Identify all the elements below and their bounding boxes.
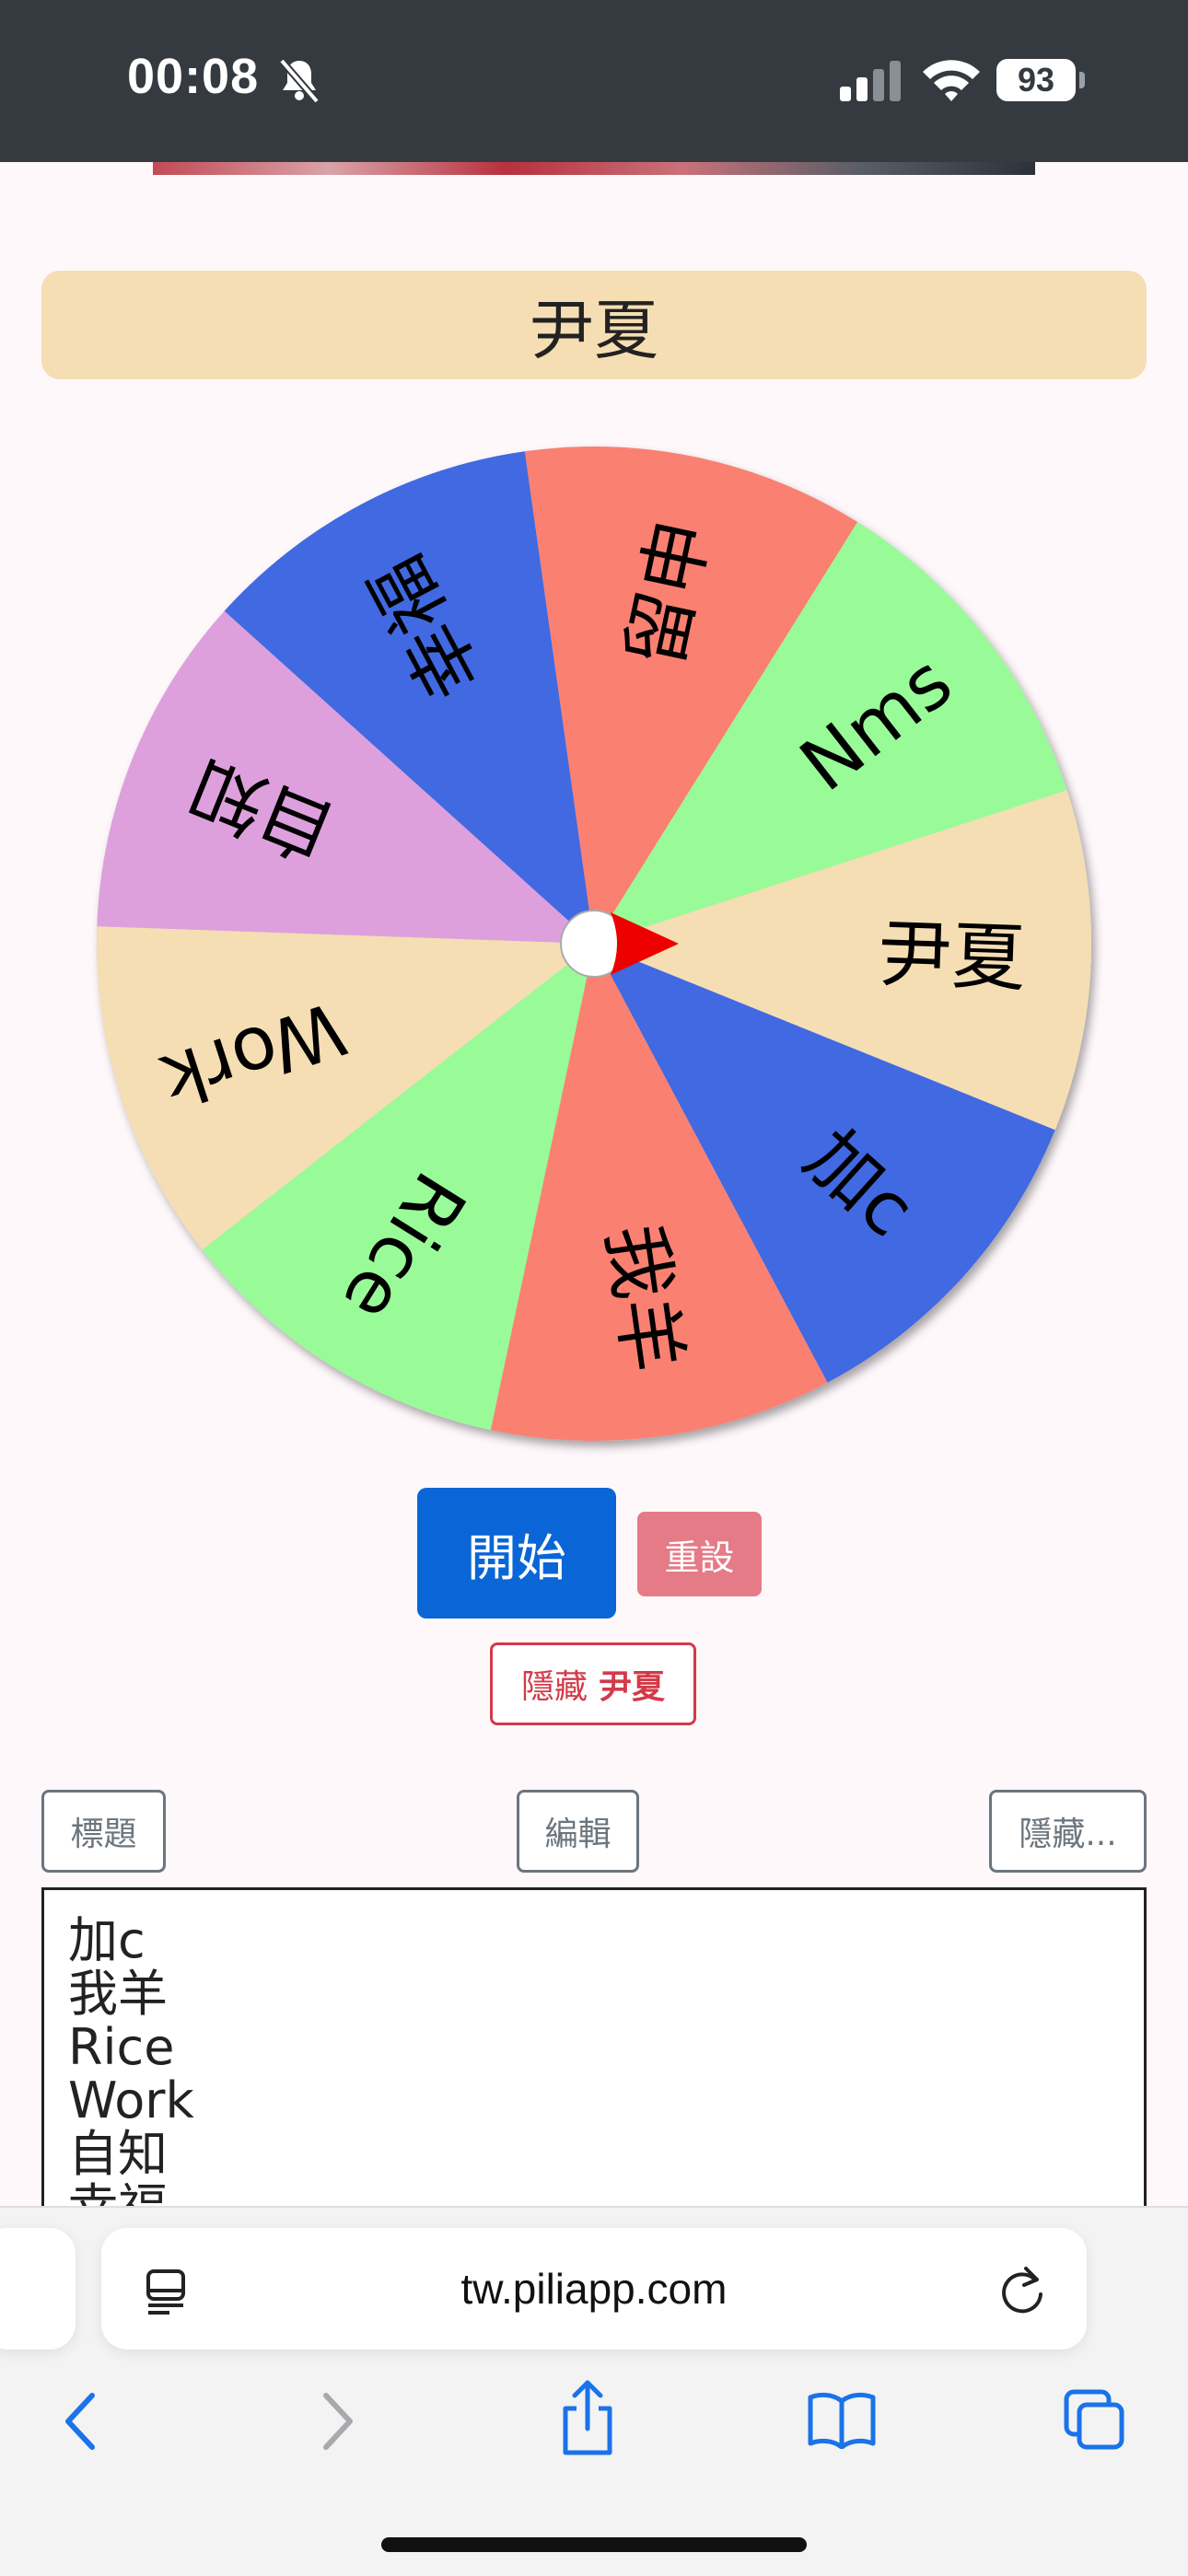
status-bar: 00:08 93 <box>0 0 1188 162</box>
entry-line: Work <box>68 2071 194 2129</box>
entry-line: 自知 <box>68 2125 168 2183</box>
entry-line: Rice <box>68 2018 175 2076</box>
battery-tip <box>1079 72 1085 88</box>
url-text: tw.piliapp.com <box>460 2265 728 2313</box>
reload-icon[interactable] <box>998 2265 1046 2316</box>
hide-winner-button[interactable]: 隱藏 尹夏 <box>490 1642 696 1725</box>
status-time: 00:08 <box>127 49 260 104</box>
share-icon[interactable] <box>558 2377 617 2456</box>
result-title: 尹夏 <box>41 271 1147 379</box>
title-toggle-button[interactable]: 標題 <box>41 1790 166 1873</box>
entry-line: 加c <box>68 1911 146 1969</box>
previous-tab-peek[interactable] <box>0 2228 76 2350</box>
bell-slash-icon <box>278 58 320 104</box>
cellular-signal-icon <box>840 61 901 101</box>
wheel-graphic: 尹夏加c我羊RiceWork自知幸福 留申Nms <box>97 447 1091 1441</box>
home-indicator <box>381 2537 807 2552</box>
tabs-icon[interactable] <box>1063 2388 1127 2453</box>
back-icon[interactable] <box>57 2385 103 2458</box>
wheel-segment-label: 尹夏 <box>877 911 1027 1002</box>
entries-textarea[interactable]: 加c 我羊 Rice Work 自知 幸福 <box>41 1887 1147 2210</box>
hide-label: 隱藏 <box>520 1668 588 1706</box>
address-bar[interactable]: tw.piliapp.com <box>101 2228 1087 2350</box>
reset-button[interactable]: 重設 <box>637 1512 762 1596</box>
forward-icon[interactable] <box>315 2385 361 2458</box>
bookmarks-icon[interactable] <box>807 2390 877 2449</box>
battery-indicator: 93 <box>996 59 1076 101</box>
start-button[interactable]: 開始 <box>417 1488 616 1619</box>
hidden-items-button[interactable]: 隱藏... <box>989 1790 1147 1873</box>
spin-wheel[interactable]: 尹夏 加c 我羊 Rice Work 自知 幸福 留申 Nms <box>92 442 1096 1445</box>
entry-line: 我羊 <box>68 1965 168 2023</box>
edit-button[interactable]: 編輯 <box>517 1790 639 1873</box>
hide-winner-name: 尹夏 <box>599 1668 666 1706</box>
banner-image-strip <box>153 162 1035 175</box>
wifi-icon <box>923 60 980 101</box>
